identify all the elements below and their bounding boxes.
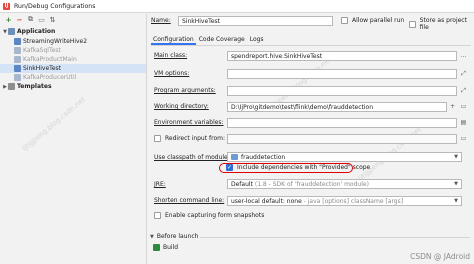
tab-logs[interactable]: Logs: [248, 35, 266, 45]
store-as-file-checkbox[interactable]: Store as project file: [409, 17, 474, 31]
edit-icon[interactable]: ▤: [459, 118, 468, 127]
wrench-icon: [8, 83, 15, 90]
expand-icon[interactable]: ⤢: [459, 69, 468, 78]
module-icon: [231, 154, 238, 160]
redirect-input-field[interactable]: [227, 134, 457, 144]
vm-options-field[interactable]: [227, 69, 457, 79]
redirect-input-checkbox[interactable]: Redirect input from:: [154, 135, 225, 142]
tab-divider: [151, 45, 471, 46]
tree-item-kafkasqltest[interactable]: KafkaSqlTest: [0, 46, 146, 55]
allow-parallel-checkbox[interactable]: Allow parallel run: [341, 17, 404, 24]
browse-icon[interactable]: …: [459, 51, 468, 60]
run-config-icon: [14, 38, 21, 45]
checkbox-checked-icon[interactable]: ✓: [226, 164, 233, 171]
sort-icon[interactable]: ⇅: [48, 15, 57, 24]
chevron-down-icon: ▼: [454, 154, 458, 160]
shorten-dropdown[interactable]: user-local default: none - java [options…: [227, 196, 462, 206]
tab-code-coverage[interactable]: Code Coverage: [197, 35, 247, 45]
tree-item-label: SinkHiveTest: [23, 65, 61, 72]
tree-item-streamingwritehive2[interactable]: StreamingWriteHive2: [0, 37, 146, 46]
folder-icon[interactable]: ▭: [459, 102, 468, 111]
classpath-module-dropdown[interactable]: frauddetection ▼: [227, 152, 462, 162]
main-class-label: Main class:: [154, 52, 188, 59]
tree-item-label: KafkaProductMain: [23, 56, 77, 63]
checkbox-icon[interactable]: [341, 17, 348, 24]
program-args-label: Program arguments:: [154, 87, 216, 94]
csdn-watermark: CSDN @ JAdroid: [410, 252, 470, 261]
checkbox-icon[interactable]: [409, 20, 416, 28]
expand-icon[interactable]: ⤢: [459, 86, 468, 95]
run-config-icon: [14, 47, 21, 54]
before-launch-header[interactable]: ▼ Before launch: [150, 233, 198, 240]
build-task-item[interactable]: Build: [153, 244, 178, 251]
tab-bar: Configuration Code Coverage Logs: [151, 35, 267, 45]
tree-item-kafkaproducerutil[interactable]: KafkaProducerUtil: [0, 73, 146, 82]
tree-toolbar: + − ⧉ ▭ ⇅: [0, 14, 146, 25]
include-provided-checkbox[interactable]: ✓ Include dependencies with "Provided" s…: [226, 164, 370, 171]
working-dir-field[interactable]: D:\IjPro\gitdemo\test\flink\demo\fraudde…: [227, 102, 447, 112]
remove-icon[interactable]: −: [15, 15, 24, 24]
section-divider: [200, 237, 470, 238]
build-icon: [153, 244, 160, 251]
name-field[interactable]: SinkHiveTest: [178, 16, 333, 26]
shorten-label: Shorten command line:: [154, 197, 225, 204]
jre-label: JRE:: [154, 181, 166, 188]
folder-icon[interactable]: ▭: [37, 15, 46, 24]
tree-item-sinkhivetest[interactable]: SinkHiveTest: [0, 64, 146, 73]
name-label: Name:: [151, 17, 171, 24]
tree-label-application: Application: [17, 28, 56, 35]
window-title: Run/Debug Configurations: [14, 2, 96, 10]
tree-item-label: KafkaSqlTest: [23, 47, 61, 54]
env-vars-label: Environment variables:: [154, 119, 224, 126]
run-config-icon: [14, 65, 21, 72]
checkbox-icon[interactable]: [154, 212, 161, 219]
intellij-icon: IJ: [3, 2, 10, 10]
chevron-down-icon: ▼: [454, 198, 458, 204]
checkbox-icon[interactable]: [154, 135, 161, 142]
title-bar: IJ Run/Debug Configurations: [0, 0, 474, 13]
main-class-field[interactable]: spendreport.hive.SinkHiveTest: [227, 51, 457, 61]
env-vars-field[interactable]: [227, 118, 457, 128]
run-config-icon: [14, 74, 21, 81]
capturing-checkbox[interactable]: Enable capturing form snapshots: [154, 212, 264, 219]
jre-dropdown[interactable]: Default (1.8 - SDK of 'frauddetection' m…: [227, 179, 462, 189]
add-macro-icon[interactable]: +: [448, 102, 457, 111]
copy-icon[interactable]: ⧉: [26, 15, 35, 24]
config-form: Name: SinkHiveTest Allow parallel run St…: [147, 14, 474, 264]
tree-label-templates: Templates: [17, 83, 52, 90]
run-config-icon: [14, 56, 21, 63]
classpath-label: Use classpath of module:: [154, 154, 230, 161]
application-icon: [8, 28, 15, 35]
program-args-field[interactable]: [227, 86, 457, 96]
chevron-down-icon: ▼: [454, 181, 458, 187]
tree-item-label: KafkaProducerUtil: [23, 74, 77, 81]
working-dir-label: Working directory:: [154, 103, 209, 110]
folder-icon[interactable]: ▭: [459, 134, 468, 143]
chevron-down-icon[interactable]: ▼: [150, 234, 154, 240]
tree-item-label: StreamingWriteHive2: [23, 38, 88, 45]
vm-options-label: VM options:: [154, 70, 190, 77]
tree-item-kafkaproductmain[interactable]: KafkaProductMain: [0, 55, 146, 64]
tab-configuration[interactable]: Configuration: [151, 35, 196, 45]
tree-node-application[interactable]: ▼ Application: [0, 27, 146, 36]
tree-node-templates[interactable]: ▶ Templates: [0, 82, 146, 91]
add-icon[interactable]: +: [4, 15, 13, 24]
